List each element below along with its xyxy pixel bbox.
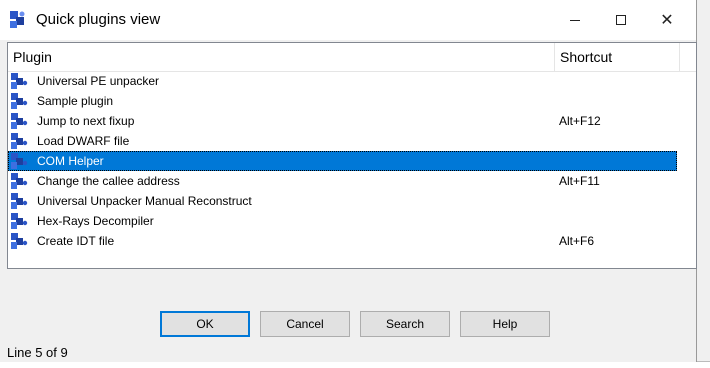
list-item[interactable]: Create IDT file Alt+F6 [8,231,677,251]
window-title: Quick plugins view [36,11,161,28]
maximize-icon [616,15,626,25]
list-item[interactable]: COM Helper [8,151,677,171]
list-item[interactable]: Sample plugin [8,91,677,111]
plugin-icon [9,92,29,110]
cancel-button[interactable]: Cancel [260,311,350,337]
plugin-name: COM Helper [37,154,104,168]
list-item[interactable]: Universal Unpacker Manual Reconstruct [8,191,677,211]
search-button[interactable]: Search [360,311,450,337]
plugin-icon [9,232,29,250]
list-item[interactable]: Load DWARF file [8,131,677,151]
column-header-plugin[interactable]: Plugin [8,43,555,71]
plugins-dialog: Quick plugins view ✕ Plugin Shortcut Uni… [0,0,697,362]
status-line: Line 5 of 9 [7,345,68,360]
plugin-name: Universal Unpacker Manual Reconstruct [37,194,252,208]
plugin-name: Hex-Rays Decompiler [37,214,154,228]
list-item[interactable]: Jump to next fixup Alt+F12 [8,111,677,131]
minimize-icon [570,19,580,21]
plugin-shortcut: Alt+F12 [559,114,601,128]
plugin-icon [9,152,29,170]
plugin-name: Sample plugin [37,94,114,108]
close-button[interactable]: ✕ [644,0,690,40]
close-icon: ✕ [660,12,674,29]
list-item[interactable]: Universal PE unpacker [8,71,677,91]
plugin-icon [9,132,29,150]
plugin-name: Change the callee address [37,174,180,188]
plugin-icon [9,212,29,230]
title-bar[interactable]: Quick plugins view ✕ [0,0,696,40]
plugin-shortcut: Alt+F6 [559,234,595,248]
column-header-shortcut[interactable]: Shortcut [555,43,680,71]
list-item[interactable]: Hex-Rays Decompiler [8,211,677,231]
plugin-name: Jump to next fixup [37,114,135,128]
plugin-icon [9,172,29,190]
list-item[interactable]: Change the callee address Alt+F11 [8,171,677,191]
minimize-button[interactable] [552,0,598,40]
plugin-icon [9,192,29,210]
ok-button[interactable]: OK [160,311,250,337]
list-header: Plugin Shortcut [8,43,696,72]
plugin-icon [9,112,29,130]
plugin-name: Load DWARF file [37,134,130,148]
plugins-list[interactable]: Plugin Shortcut Universal PE unpacker Sam… [7,42,697,269]
maximize-button[interactable] [598,0,644,40]
plugin-name: Create IDT file [37,234,115,248]
puzzle-icon [10,11,25,28]
background-window-strip [0,361,710,368]
help-button[interactable]: Help [460,311,550,337]
plugin-name: Universal PE unpacker [37,74,160,88]
plugin-shortcut: Alt+F11 [559,174,600,188]
list-rows: Universal PE unpacker Sample plugin Jump t… [8,71,696,251]
plugin-icon [9,72,29,90]
